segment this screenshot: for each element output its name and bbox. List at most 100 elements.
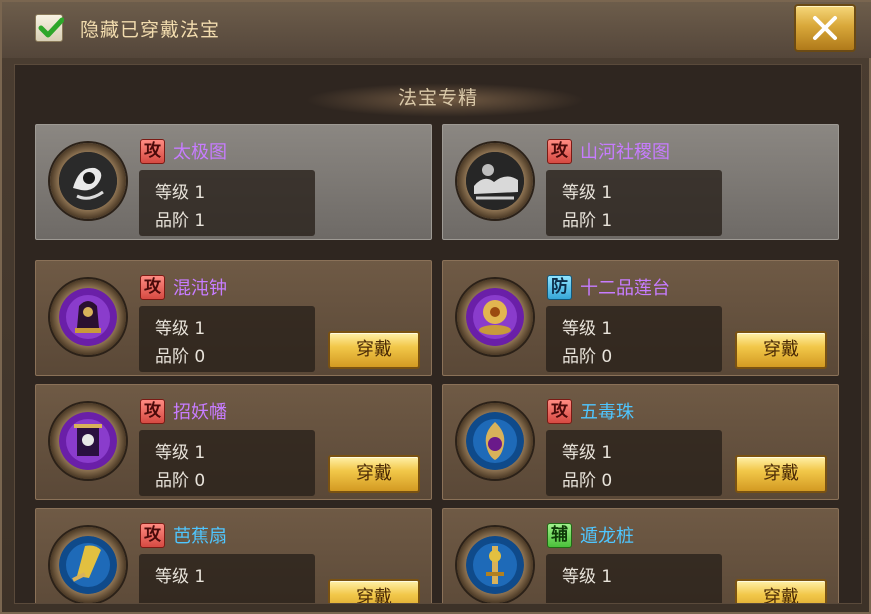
treasure-icon-frame (50, 279, 126, 355)
treasure-card[interactable]: 辅 遁龙桩 等级 1 穿戴 (442, 508, 839, 603)
top-bar: 隐藏已穿戴法宝 (2, 2, 871, 58)
treasure-card[interactable]: 攻 太极图 等级 1 品阶 1 (35, 124, 432, 240)
treasure-panel: 法宝专精 攻 太极图 等级 1 品阶 1 攻 山河社稷图 等级 1 品阶 1 攻… (14, 64, 862, 604)
taiji-map-icon (59, 152, 117, 210)
treasure-name: 招妖幡 (173, 402, 227, 423)
type-tag: 防 (547, 275, 572, 300)
stat-box: 等级 1 品阶 0 (139, 306, 315, 372)
level-value: 1 (194, 443, 206, 463)
level-label: 等级 (562, 567, 596, 587)
grade-row: 品阶 0 (562, 342, 612, 367)
grade-value: 0 (194, 471, 206, 491)
demon-banner-icon (59, 412, 117, 470)
type-tag: 攻 (140, 399, 165, 424)
treasure-card[interactable]: 攻 山河社稷图 等级 1 品阶 1 (442, 124, 839, 240)
treasure-icon-frame (50, 403, 126, 479)
treasure-name: 芭蕉扇 (173, 526, 227, 547)
grade-row: 品阶 1 (562, 206, 612, 231)
level-row: 等级 1 (155, 314, 205, 339)
type-tag: 攻 (547, 139, 572, 164)
type-tag: 辅 (547, 523, 572, 548)
level-row: 等级 1 (562, 438, 612, 463)
grade-label: 品阶 (562, 347, 596, 367)
treasure-card[interactable]: 攻 招妖幡 等级 1 品阶 0 穿戴 (35, 384, 432, 500)
stat-box: 等级 1 品阶 1 (139, 170, 315, 236)
treasure-icon-frame (457, 143, 533, 219)
level-label: 等级 (562, 443, 596, 463)
level-value: 1 (194, 567, 206, 587)
type-tag: 攻 (140, 523, 165, 548)
treasure-icon-frame (50, 143, 126, 219)
grade-label: 品阶 (155, 471, 189, 491)
level-row: 等级 1 (155, 438, 205, 463)
grade-row: 品阶 0 (155, 342, 205, 367)
grade-label: 品阶 (155, 347, 189, 367)
type-tag: 攻 (547, 399, 572, 424)
level-label: 等级 (562, 183, 596, 203)
chaos-bell-icon (59, 288, 117, 346)
grade-row: 品阶 0 (562, 466, 612, 491)
wear-button[interactable]: 穿戴 (735, 455, 827, 493)
wear-button[interactable]: 穿戴 (328, 331, 420, 369)
hide-equipped-checkbox[interactable] (35, 14, 64, 42)
level-value: 1 (601, 319, 613, 339)
grade-row: 品阶 0 (155, 466, 205, 491)
treasure-name: 五毒珠 (580, 402, 634, 423)
level-row: 等级 1 (155, 178, 205, 203)
wear-button[interactable]: 穿戴 (328, 455, 420, 493)
level-value: 1 (601, 567, 613, 587)
treasure-icon-frame (50, 527, 126, 603)
treasure-card[interactable]: 攻 混沌钟 等级 1 品阶 0 穿戴 (35, 260, 432, 376)
type-tag: 攻 (140, 275, 165, 300)
grade-value: 1 (194, 211, 206, 231)
treasure-card[interactable]: 防 十二品莲台 等级 1 品阶 0 穿戴 (442, 260, 839, 376)
grade-label: 品阶 (562, 471, 596, 491)
hide-equipped-label[interactable]: 隐藏已穿戴法宝 (80, 15, 220, 42)
wear-button[interactable]: 穿戴 (735, 579, 827, 603)
grade-row: 品阶 1 (155, 206, 205, 231)
stat-box: 等级 1 (139, 554, 315, 603)
grade-label: 品阶 (562, 211, 596, 231)
stat-box: 等级 1 品阶 0 (546, 430, 722, 496)
banana-fan-icon (59, 536, 117, 594)
treasure-card[interactable]: 攻 五毒珠 等级 1 品阶 0 穿戴 (442, 384, 839, 500)
panel-title: 法宝专精 (397, 87, 478, 109)
treasure-icon-frame (457, 527, 533, 603)
stat-box: 等级 1 (546, 554, 722, 603)
dragon-pillar-icon (466, 536, 524, 594)
landscape-scroll-icon (466, 152, 524, 210)
window-frame: 隐藏已穿戴法宝 法宝专精 攻 太极图 等级 1 品阶 1 攻 山河社稷图 等级 … (0, 0, 871, 614)
level-label: 等级 (562, 319, 596, 339)
treasure-icon-frame (457, 279, 533, 355)
poison-pearl-icon (466, 412, 524, 470)
level-row: 等级 1 (155, 562, 205, 587)
treasure-name: 山河社稷图 (580, 142, 670, 163)
level-row: 等级 1 (562, 178, 612, 203)
level-label: 等级 (155, 443, 189, 463)
level-value: 1 (194, 183, 206, 203)
grade-value: 1 (601, 211, 613, 231)
treasure-icon-frame (457, 403, 533, 479)
treasure-card[interactable]: 攻 芭蕉扇 等级 1 穿戴 (35, 508, 432, 603)
stat-box: 等级 1 品阶 0 (546, 306, 722, 372)
treasure-name: 十二品莲台 (580, 278, 670, 299)
grade-label: 品阶 (155, 211, 189, 231)
treasure-name: 混沌钟 (173, 278, 227, 299)
treasure-name: 太极图 (173, 142, 227, 163)
close-icon (813, 16, 837, 40)
level-row: 等级 1 (562, 562, 612, 587)
level-row: 等级 1 (562, 314, 612, 339)
grade-value: 0 (194, 347, 206, 367)
level-value: 1 (194, 319, 206, 339)
stat-box: 等级 1 品阶 1 (546, 170, 722, 236)
treasure-name: 遁龙桩 (580, 526, 634, 547)
wear-button[interactable]: 穿戴 (328, 579, 420, 603)
level-label: 等级 (155, 319, 189, 339)
wear-button[interactable]: 穿戴 (735, 331, 827, 369)
grade-value: 0 (601, 471, 613, 491)
type-tag: 攻 (140, 139, 165, 164)
checkmark-icon (38, 17, 64, 38)
level-label: 等级 (155, 183, 189, 203)
close-button[interactable] (794, 4, 856, 52)
level-label: 等级 (155, 567, 189, 587)
